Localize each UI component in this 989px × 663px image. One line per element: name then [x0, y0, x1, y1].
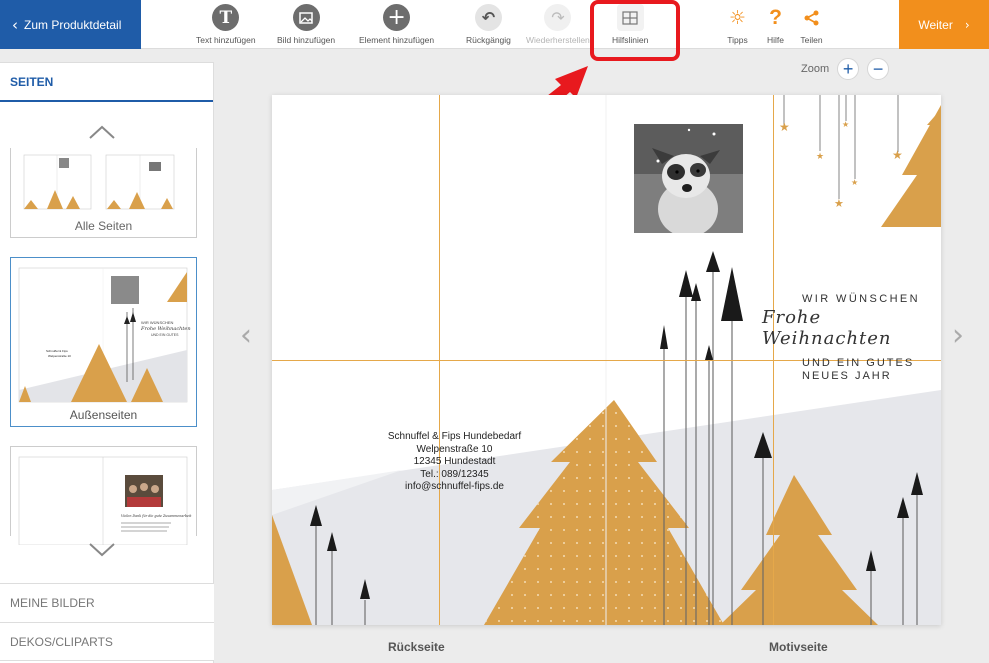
thumbnail-inner-pages[interactable]: Vielen Dank für die gute Zusammenarbeit [10, 446, 197, 545]
lightbulb-icon: ☼ [728, 6, 747, 29]
add-element-button[interactable]: + Element hinzufügen [359, 4, 434, 45]
svg-text:★: ★ [892, 148, 903, 162]
chevron-right-icon: › [964, 17, 970, 32]
help-label: Hilfe [766, 35, 784, 45]
thumbnail-all-pages[interactable]: Alle Seiten [10, 148, 197, 238]
chevron-left-icon: ‹ [12, 15, 18, 34]
text-icon: T [212, 4, 240, 31]
next-button[interactable]: Weiter › [899, 0, 989, 49]
add-text-button[interactable]: T Text hinzufügen [196, 4, 256, 45]
zoom-control: Zoom + − [801, 58, 890, 80]
add-image-label: Bild hinzufügen [277, 35, 336, 45]
card-canvas[interactable]: ★ ★ ★ ★ ★ ★ WIR WÜNSCHEN Frohe Weihnacht… [272, 95, 941, 625]
address-street: Welpenstraße 10 [416, 443, 493, 455]
greeting-line-1: WIR WÜNSCHEN [802, 293, 921, 305]
svg-text:Frohe Weihnachten: Frohe Weihnachten [140, 326, 191, 332]
scroll-up-icon[interactable] [88, 124, 116, 140]
redo-label: Wiederherstellen [526, 35, 590, 45]
undo-icon: ↶ [474, 4, 502, 31]
question-icon: ? [769, 5, 782, 29]
address-block[interactable]: Schnuffel & Fips Hundebedarf Welpenstraß… [367, 431, 542, 494]
thumbnail-label: Alle Seiten [74, 219, 133, 233]
svg-text:UND EIN GUTES: UND EIN GUTES [151, 333, 179, 337]
sidebar: SEITEN Alle Seiten WIR WÜNSCHEN Frohe We… [0, 62, 214, 663]
zoom-label: Zoom [801, 63, 830, 75]
thumbnail-preview: Vielen Dank für die gute Zusammenarbeit [18, 456, 192, 545]
undo-button[interactable]: ↶ Rückgängig [466, 4, 511, 45]
share-button[interactable]: Teilen [798, 4, 825, 45]
address-city: 12345 Hundestadt [413, 456, 496, 467]
add-element-label: Element hinzufügen [359, 35, 435, 45]
prev-page-arrow-icon[interactable]: ‹ [240, 318, 252, 353]
svg-text:WIR WÜNSCHEN: WIR WÜNSCHEN [141, 320, 174, 325]
add-image-button[interactable]: Bild hinzufügen [277, 4, 335, 45]
svg-text:★: ★ [834, 197, 844, 210]
image-icon [292, 4, 320, 31]
undo-label: Rückgängig [466, 35, 511, 45]
sidebar-title[interactable]: SEITEN [0, 62, 213, 102]
back-button-label: Zum Produktdetail [24, 17, 122, 32]
redo-button[interactable]: ↷ Wiederherstellen [526, 4, 590, 45]
page-label-back: Rückseite [388, 640, 445, 654]
plus-icon: + [383, 4, 411, 31]
toolbar: ‹ Zum Produktdetail T Text hinzufügen Bi… [0, 0, 989, 49]
greeting-line-2: Frohe Weihnachten [762, 307, 892, 349]
add-text-label: Text hinzufügen [196, 35, 256, 45]
plus-icon: + [842, 59, 854, 79]
address-company: Schnuffel & Fips Hundebedarf [387, 431, 522, 442]
svg-text:Welpenstraße 10: Welpenstraße 10 [48, 354, 71, 358]
next-page-arrow-icon[interactable]: › [952, 318, 964, 353]
minus-icon: − [872, 59, 884, 79]
svg-text:★: ★ [851, 178, 858, 187]
zoom-in-button[interactable]: + [837, 58, 860, 80]
address-phone: Tel.: 089/12345 [420, 468, 489, 480]
back-to-product-button[interactable]: ‹ Zum Produktdetail [0, 0, 141, 49]
tips-button[interactable]: ☼ Tipps [724, 4, 751, 46]
address-email: info@schnuffel-fips.de [405, 481, 504, 492]
share-label: Teilen [800, 35, 823, 45]
thumbnail-label: Außenseiten [69, 408, 138, 422]
section-decos-cliparts[interactable]: DEKOS/CLIPARTS [0, 622, 214, 661]
greeting-text[interactable]: WIR WÜNSCHEN Frohe Weihnachten UND EIN G… [762, 293, 937, 383]
help-button[interactable]: ? Hilfe [762, 4, 789, 46]
greeting-line-4: NEUES JAHR [802, 370, 892, 382]
thumbnail-preview [23, 154, 175, 210]
svg-text:★: ★ [816, 152, 824, 162]
thumbnail-outer-pages[interactable]: WIR WÜNSCHEN Frohe Weihnachten UND EIN G… [10, 257, 197, 427]
share-icon [798, 4, 825, 31]
dog-photo[interactable] [634, 124, 743, 233]
thumbnail-preview: WIR WÜNSCHEN Frohe Weihnachten UND EIN G… [18, 267, 191, 403]
dog-image [634, 124, 743, 233]
svg-text:Schnuffel & Fips: Schnuffel & Fips [46, 349, 68, 353]
page-label-front: Motivseite [769, 640, 828, 654]
section-my-images[interactable]: MEINE BILDER [0, 583, 214, 622]
svg-text:Vielen Dank für die gute Zusam: Vielen Dank für die gute Zusammenarbeit [121, 514, 192, 518]
next-label: Weiter [918, 17, 953, 32]
greeting-line-3: UND EIN GUTES [802, 357, 915, 369]
svg-text:★: ★ [842, 120, 849, 129]
highlight-box [590, 0, 680, 61]
tips-label: Tipps [727, 35, 748, 45]
zoom-out-button[interactable]: − [867, 58, 890, 80]
svg-text:★: ★ [779, 120, 790, 134]
scroll-down-icon[interactable] [88, 542, 116, 558]
redo-icon: ↷ [544, 4, 572, 31]
